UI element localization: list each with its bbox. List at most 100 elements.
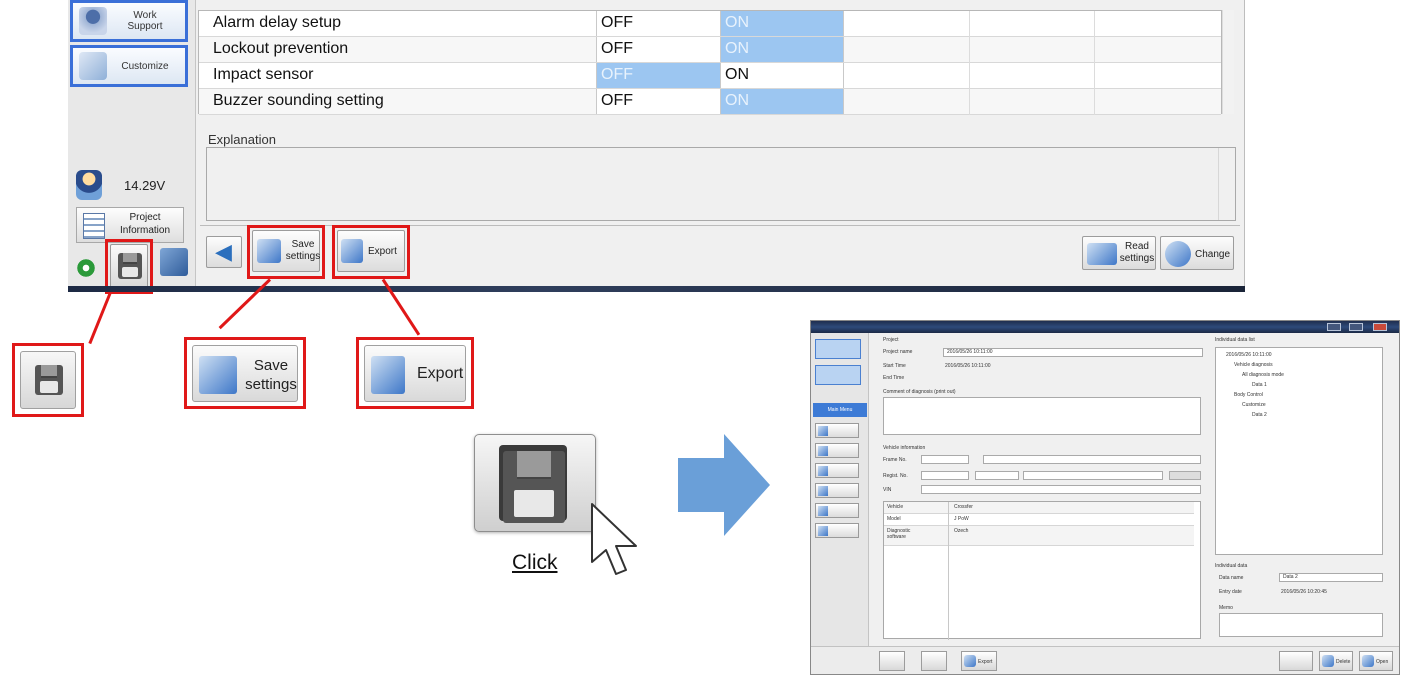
tree-node[interactable]: 2016/05/26 10:11:00 [1226,352,1272,358]
data-name-value: Data 2 [1283,574,1298,580]
menu-button[interactable] [815,523,859,538]
large-save-button[interactable] [474,434,596,532]
on-option[interactable]: ON [720,11,844,36]
delete-button[interactable]: Delete [1319,651,1353,671]
regist-no-button[interactable] [1169,471,1201,480]
tree-node[interactable]: Data 2 [1252,412,1267,418]
setting-name: Impact sensor [213,66,314,83]
grid-row: Diagnostic software Ozech [884,526,1194,546]
on-option[interactable]: ON [720,63,844,88]
regist-no-field-2[interactable] [975,471,1019,480]
table-row[interactable]: Lockout prevention OFF ON [199,37,1221,63]
tree-node[interactable]: All diagnosis mode [1242,372,1284,378]
gear-icon[interactable] [76,256,96,280]
comment-field[interactable] [883,397,1201,435]
export-button[interactable]: Export [337,230,405,272]
export-label: Export [368,246,397,257]
floppy-disk-icon [118,253,142,279]
data-name-field[interactable]: Data 2 [1279,573,1383,582]
tree-node[interactable]: Body Control [1234,392,1263,398]
customize-button[interactable]: Customize [70,45,188,87]
frame-no-field-2[interactable] [983,455,1201,464]
memo-field[interactable] [1219,613,1383,637]
individual-data-label: Individual data [1215,563,1248,569]
end-time-label: End Time [883,375,905,381]
project-window-screenshot: Main Menu Project Project name 2016/05/2… [810,320,1400,675]
table-row[interactable]: Impact sensor OFF ON [199,63,1221,89]
project-information-label: Project Information [119,212,171,236]
voltage-readout: 14.29V [124,178,166,193]
data-tree: 2016/05/26 10:11:00 Vehicle diagnosis Al… [1215,347,1383,555]
column-divider [1094,11,1095,115]
work-support-label: Work Support [127,10,163,32]
export-button[interactable]: Export [961,651,997,671]
taskbar-strip [68,286,1245,292]
change-icon [1165,241,1191,267]
zoomed-save-button [12,343,84,417]
speaker-icon [79,52,107,80]
off-option[interactable]: OFF [596,11,720,36]
save-settings-icon [199,356,237,394]
frame-no-field[interactable] [921,455,969,464]
window-title-bar [811,321,1399,333]
regist-no-field[interactable] [921,471,969,480]
vehicle-grid: Vehicle Crossfer Model J PoW Diagnostic … [883,501,1201,640]
explanation-label: Explanation [208,132,276,147]
start-time-value: 2016/05/26 10:11:00 [945,363,991,369]
on-option[interactable]: ON [720,37,844,62]
grid-value: J PoW [954,516,969,522]
save-button[interactable] [110,244,148,289]
toolbar-button[interactable] [1279,651,1313,671]
project-information-button[interactable]: Project Information [76,207,184,243]
export-icon [371,356,405,394]
maximize-icon[interactable] [1349,323,1363,331]
floppy-disk-icon [35,365,63,395]
change-button[interactable]: Change [1160,236,1234,270]
nav-button[interactable] [815,365,861,385]
grid-column-divider [948,502,949,640]
grid-row: Vehicle Crossfer [884,502,1194,514]
grid-value: Ozech [954,528,969,534]
on-option[interactable]: ON [720,89,844,114]
menu-button[interactable] [815,503,859,518]
off-option[interactable]: OFF [596,37,720,62]
table-row[interactable]: Buzzer sounding setting OFF ON [199,89,1221,115]
network-icon[interactable] [160,248,188,276]
nav-button[interactable] [815,339,861,359]
work-support-button[interactable]: Work Support [70,0,188,42]
open-button[interactable]: Open [1359,651,1393,671]
grid-value: Crossfer [954,504,973,510]
table-row[interactable]: Alarm delay setup OFF ON [199,11,1221,37]
regist-no-field-3[interactable] [1023,471,1163,480]
setting-name: Buzzer sounding setting [213,92,384,109]
export-label: Export [978,659,993,665]
vin-field[interactable] [921,485,1201,494]
read-settings-button[interactable]: Read settings [1082,236,1156,270]
menu-button[interactable] [815,483,859,498]
mouse-cursor-icon [591,503,637,575]
off-option[interactable]: OFF [596,63,720,88]
off-option[interactable]: OFF [596,89,720,114]
frame-no-label: Frame No. [883,457,907,463]
table-scrollbar[interactable] [1222,10,1234,114]
save-settings-button[interactable]: Save settings [252,230,320,272]
minimize-icon[interactable] [1327,323,1341,331]
toolbar-button[interactable] [921,651,947,671]
explanation-scrollbar[interactable] [1218,148,1234,220]
delete-icon [1322,655,1334,667]
tree-node[interactable]: Vehicle diagnosis [1234,362,1273,368]
menu-button[interactable] [815,443,859,458]
close-icon[interactable] [1373,323,1387,331]
back-button[interactable]: ◀ [206,236,242,268]
vin-label: VIN [883,487,892,493]
project-name-field[interactable]: 2016/05/26 10:11:00 [943,348,1203,357]
menu-button[interactable] [815,463,859,478]
tree-node[interactable]: Data 1 [1252,382,1267,388]
settings-table: Alarm delay setup OFF ON Lockout prevent… [198,10,1222,115]
tree-node[interactable]: Customize [1242,402,1266,408]
toolbar-button[interactable] [879,651,905,671]
menu-button[interactable] [815,423,859,438]
side-panel: Main Menu [811,333,869,674]
explanation-box [206,147,1236,221]
grid-key: Diagnostic software [887,528,911,540]
